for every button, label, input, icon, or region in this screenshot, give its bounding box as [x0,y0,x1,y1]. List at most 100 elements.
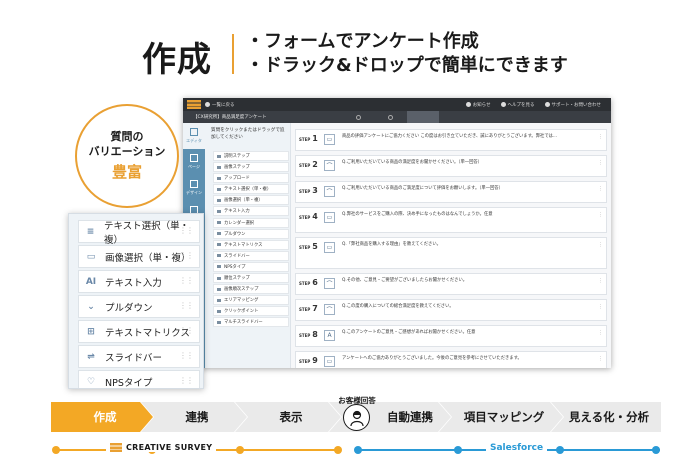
help-link[interactable]: ヘルプを見る [500,102,535,108]
survey-name: 【CX研究所】商品満足度アンケート [193,115,267,120]
headline-line-2: ・ドラック&ドロップで簡単にできます [246,55,568,76]
drag-handle-icon[interactable]: ⋮ [598,212,603,218]
share-icon [387,114,393,120]
zoom-item-text-matrix[interactable]: ⊞ テキストマトリクス ⋮⋮ [78,320,200,343]
drag-handle-icon[interactable]: ⋮⋮ [179,301,194,310]
drag-handle-icon[interactable]: ⋮ [598,186,603,192]
question-type-icon [217,298,221,302]
drag-handle-icon[interactable]: ⋮ [598,134,603,140]
survey-step[interactable]: STEP 3 ⌒ Q.ご利用いただいている商品のご満足度について評価をお願いします… [295,181,607,203]
question-type-icon [217,309,221,313]
question-type-item[interactable]: カレンダー選択 [213,217,289,228]
survey-step[interactable]: STEP 9 ▭ アンケートへのご協力ありがとうございました。今後のご意見を参考に… [295,351,607,368]
question-type-item[interactable]: 説明ステップ [213,151,289,161]
creative-survey-logo-icon [110,443,122,452]
question-type-item[interactable]: 画像順次ステップ [213,284,289,295]
chevron-down-icon: ⌄ [87,301,95,312]
step-type-icon: ⌒ [324,278,335,289]
survey-step[interactable]: STEP 4 ▭ Q.弊社のサービスをご購入の際、決め手になったものはなんでしょう… [295,207,607,233]
tab-report[interactable] [503,111,535,123]
zoom-item-slidebar[interactable]: ⇌ スライドバー ⋮⋮ [78,345,200,368]
drag-handle-icon[interactable]: ⋮⋮ [179,351,194,360]
slider-icon: ⇌ [87,351,95,362]
app-subbar: 【CX研究所】商品満足度アンケート [183,111,611,123]
preview-icon [355,114,361,120]
question-type-zoom: ≡ テキスト選択（単・複） ⋮⋮ ▭ 画像選択（単・複） ⋮⋮ AI テキスト入… [68,213,204,389]
timeline-dot [334,446,342,454]
tab-share[interactable] [375,111,407,123]
question-type-icon [217,221,221,225]
flow-step-analytics: 見える化・分析 [551,402,661,432]
help-icon [500,102,506,107]
survey-step[interactable]: STEP 7 ⌒ Q.この度の購入についての総合満足度を教えてください。 ⋮ [295,299,607,321]
question-type-item[interactable]: スライドバー [213,250,289,261]
question-type-item[interactable]: マルチスライドバー [213,317,289,328]
timeline-dot [354,446,362,454]
drag-handle-icon[interactable]: ⋮⋮ [179,226,194,235]
flow-step-display: 表示 [235,402,341,432]
question-type-panel: 質問をクリックまたはドラッグで追加してください 説明ステップ 画像ステップ アッ… [205,123,291,368]
drag-handle-icon[interactable]: ⋮⋮ [179,326,194,335]
question-type-item[interactable]: プルダウン [213,228,289,239]
zoom-item-nps[interactable]: ♡ NPSタイプ ⋮⋮ [78,370,200,388]
zoom-item-text-select[interactable]: ≡ テキスト選択（単・複） ⋮⋮ [78,220,200,246]
question-type-item[interactable]: NPSタイプ [213,261,289,272]
support-link[interactable]: サポート・お問い合わせ [544,102,601,108]
question-type-icon [217,276,221,280]
edit-icon [190,128,198,136]
step-text: Q.「弊社商品を購入する理由」を教えてください。 [342,242,441,247]
list-icon: ≡ [86,226,95,237]
tab-preview[interactable] [343,111,375,123]
question-type-item[interactable]: アップロード [213,173,289,184]
flow-step-link: 連携 [141,402,247,432]
notice-link[interactable]: お知らせ [465,102,491,108]
badge-line-2: バリエーション [88,145,166,158]
drag-handle-icon[interactable]: ⋮⋮ [179,251,194,260]
drag-handle-icon[interactable]: ⋮ [598,356,603,362]
drag-handle-icon[interactable]: ⋮ [598,160,603,166]
survey-step[interactable]: STEP 6 ⌒ Q.その他、ご意見・ご要望がございましたらお聞かせください。 ⋮ [295,273,607,295]
question-type-icon [217,265,221,269]
survey-step[interactable]: STEP 5 ▭ Q.「弊社商品を購入する理由」を教えてください。 ⋮ [295,237,607,269]
tab-edit[interactable] [407,111,439,123]
sidebar-item-editor[interactable]: エディタ [183,123,205,149]
question-panel-hint: 質問をクリックまたはドラッグで追加してください [211,128,285,140]
survey-steps-canvas: STEP 1 ▭ 商品の評価アンケートにご協力ください この度はお引き立ていただき… [291,123,611,368]
salesforce-label: Salesforce [486,443,548,453]
headline-title: 作成 [142,40,212,80]
survey-step[interactable]: STEP 1 ▭ 商品の評価アンケートにご協力ください この度はお引き立ていただき… [295,129,607,151]
survey-editor-screenshot: 一覧に戻る お知らせ ヘルプを見る サポート・お問い合わせ 【CX研究所】商品満… [183,98,611,368]
tab-results[interactable] [471,111,503,123]
question-type-item[interactable]: クリックポイント [213,306,289,317]
customer-answer: お客様回答 [334,395,380,441]
drag-handle-icon[interactable]: ⋮⋮ [179,276,194,285]
zoom-item-pulldown[interactable]: ⌄ プルダウン ⋮⋮ [78,295,200,318]
question-type-item[interactable]: テキスト選択（単・複） [213,184,289,195]
badge-line-1: 質問の [110,130,144,143]
survey-step[interactable]: STEP 8 A Q.このアンケートのご意見・ご感想があればお聞かせください。任意… [295,325,607,347]
back-link[interactable]: 一覧に戻る [205,102,235,108]
zoom-item-text-input[interactable]: AI テキスト入力 ⋮⋮ [78,270,200,293]
question-type-item[interactable]: テキストマトリクス [213,239,289,250]
headline-line-1: ・フォームでアンケート作成 [246,31,479,52]
support-icon [544,102,550,107]
zoom-item-image-select[interactable]: ▭ 画像選択（単・複） ⋮⋮ [78,245,200,268]
flow-step-mapping: 項目マッピング [439,402,563,432]
sidebar-item-page[interactable]: ページ [183,149,205,175]
question-type-item[interactable]: 画像選択（単・複） [213,195,289,206]
creative-survey-label: CREATIVE SURVEY [106,443,217,452]
drag-handle-icon[interactable]: ⋮⋮ [179,376,194,385]
question-type-item[interactable]: エリアマッピング [213,295,289,306]
question-type-item[interactable]: 画像ステップ [213,162,289,173]
question-type-icon [217,198,221,202]
drag-handle-icon[interactable]: ⋮ [598,278,603,284]
drag-handle-icon[interactable]: ⋮ [598,330,603,336]
question-type-item[interactable]: 順位ステップ [213,273,289,284]
drag-handle-icon[interactable]: ⋮ [598,304,603,310]
drag-handle-icon[interactable]: ⋮ [598,242,603,248]
question-type-icon [217,232,221,236]
survey-step[interactable]: STEP 2 ⌒ Q.ご利用いただいている商品の満足度をお聞かせください。（単一回… [295,155,607,177]
tab-publish[interactable] [439,111,471,123]
question-type-item[interactable]: テキスト入力 [213,206,289,217]
sidebar-item-design[interactable]: デザイン [183,175,205,201]
